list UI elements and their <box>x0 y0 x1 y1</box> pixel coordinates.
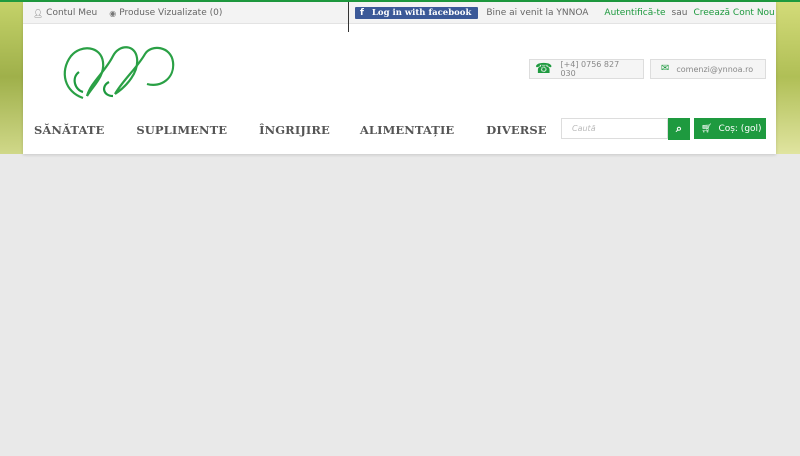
eye-icon: ◉ <box>109 8 117 18</box>
facebook-login-label: Log in with facebook <box>371 8 472 18</box>
top-bar-divider <box>348 2 349 32</box>
facebook-login-button[interactable]: f Log in with facebook <box>355 7 479 19</box>
viewed-products-link[interactable]: ◉ Produse Vizualizate (0) <box>109 8 222 18</box>
account-link[interactable]: 👤︎ Contul Meu <box>33 8 97 18</box>
cart-label: Coș: (gol) <box>718 123 762 134</box>
facebook-icon: f <box>360 8 364 18</box>
nav-item-ingrijire[interactable]: ÎNGRIJIRE <box>259 123 330 137</box>
or-text: sau <box>671 8 688 18</box>
email-address: comenzi@ynnoa.ro <box>676 64 754 74</box>
main-nav: SĂNĂTATE SUPLIMENTE ÎNGRIJIRE ALIMENTAȚI… <box>34 120 547 140</box>
search-input[interactable]: Caută <box>561 118 668 139</box>
phone-number: [+4] 0756 827 030 <box>560 60 620 78</box>
search-icon: ⌕ <box>675 122 683 135</box>
welcome-text: Bine ai venit la YNNOA <box>486 8 589 18</box>
user-icon: 👤︎ <box>33 8 44 18</box>
nav-item-alimentatie[interactable]: ALIMENTAȚIE <box>360 123 454 137</box>
envelope-icon: ✉ <box>661 63 670 74</box>
account-label: Contul Meu <box>46 8 98 18</box>
email-contact[interactable]: ✉ comenzi@ynnoa.ro <box>650 59 766 79</box>
cart-icon: 🛒︎ <box>701 123 713 134</box>
register-link[interactable]: Creează Cont Nou <box>693 8 774 18</box>
top-bar-right: f Log in with facebook Bine ai venit la … <box>355 2 775 24</box>
phone-contact[interactable]: ☎ [+4] 0756 827 030 <box>529 59 644 79</box>
top-bar-left: 👤︎ Contul Meu ◉ Produse Vizualizate (0) <box>33 2 222 24</box>
nav-item-sanatate[interactable]: SĂNĂTATE <box>34 123 104 137</box>
nav-item-suplimente[interactable]: SUPLIMENTE <box>136 123 227 137</box>
search-button[interactable]: ⌕ <box>668 118 690 140</box>
header-container: 👤︎ Contul Meu ◉ Produse Vizualizate (0) … <box>23 2 776 154</box>
login-link[interactable]: Autentifică-te <box>604 8 665 18</box>
nav-item-diverse[interactable]: DIVERSE <box>486 123 546 137</box>
site-logo[interactable] <box>57 42 177 102</box>
viewed-products-label: Produse Vizualizate (0) <box>119 8 223 18</box>
cart-button[interactable]: 🛒︎ Coș: (gol) <box>694 118 766 139</box>
headset-icon: ☎ <box>535 61 553 77</box>
